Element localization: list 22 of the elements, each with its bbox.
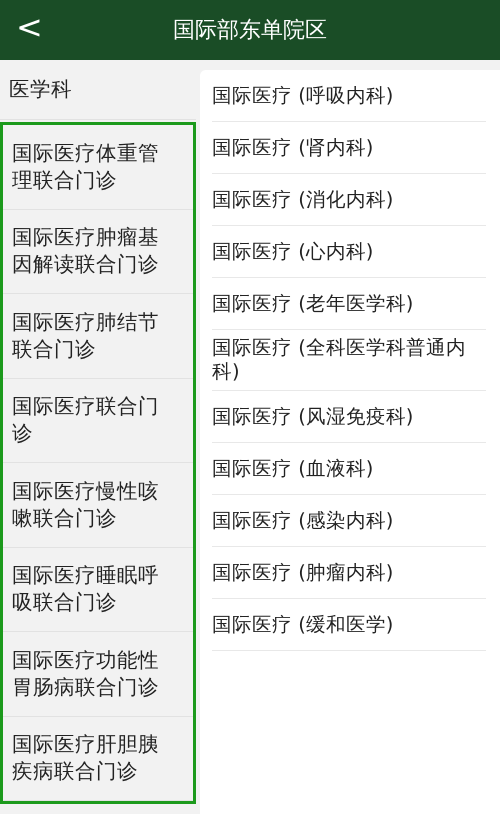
sidebar-item[interactable]: 国际医疗肝胆胰疾病联合门诊 [3,716,193,801]
sidebar-item[interactable]: 医学科 [0,60,196,120]
department-item[interactable]: 国际医疗 (感染内科) [212,495,486,547]
department-item[interactable]: 国际医疗 (肿瘤内科) [212,547,486,599]
department-item[interactable]: 国际医疗 (血液科) [212,443,486,495]
sidebar-item[interactable]: 国际医疗肿瘤基因解读联合门诊 [3,210,193,294]
page-title: 国际部东单院区 [173,17,327,45]
department-item[interactable]: 国际医疗 (肾内科) [212,122,486,174]
department-item[interactable]: 国际医疗 (消化内科) [212,174,486,226]
department-item[interactable]: 国际医疗 (老年医学科) [212,278,486,330]
sidebar-item[interactable]: 国际医疗功能性胃肠病联合门诊 [3,632,193,716]
sidebar-item[interactable]: 国际医疗睡眠呼吸联合门诊 [3,548,193,632]
back-button[interactable]: < [10,8,49,46]
department-item[interactable]: 国际医疗 (心内科) [212,226,486,278]
sidebar-item[interactable]: 国际医疗慢性咳嗽联合门诊 [3,463,193,548]
sidebar-item[interactable]: 国际医疗体重管理联合门诊 [3,125,193,210]
department-item[interactable]: 国际医疗 (全科医学科普通内科) [212,330,486,391]
department-item[interactable]: 国际医疗 (风湿免疫科) [212,391,486,443]
sidebar-item[interactable]: 国际医疗联合门诊 [3,378,193,463]
department-item[interactable]: 国际医疗 (呼吸内科) [212,70,486,122]
sidebar-item[interactable]: 国际医疗肺结节联合门诊 [3,294,193,378]
department-item[interactable]: 国际医疗 (缓和医学) [212,599,486,651]
